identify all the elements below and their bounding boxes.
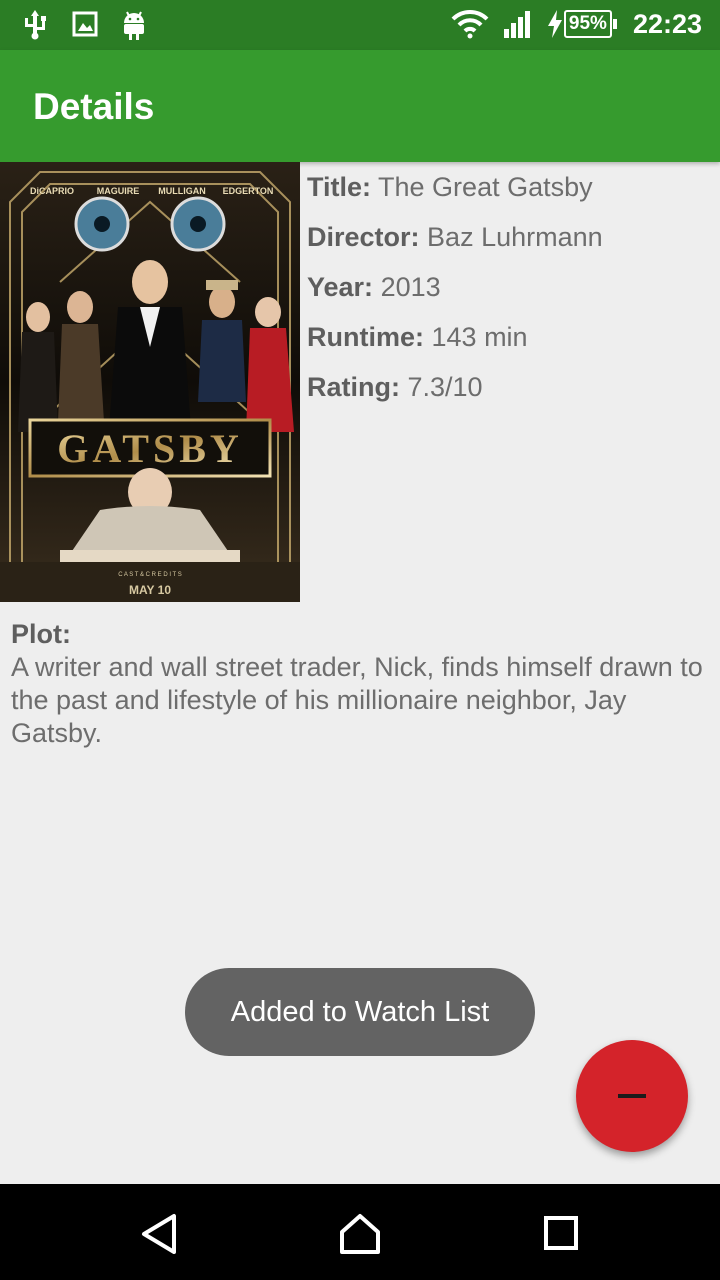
rating-value: 7.3/10	[407, 372, 483, 402]
back-button[interactable]	[138, 1212, 182, 1256]
runtime-label: Runtime:	[307, 322, 424, 352]
remove-icon	[618, 1094, 646, 1098]
usb-icon	[22, 10, 48, 42]
plot-label: Plot:	[11, 619, 71, 649]
android-icon	[122, 10, 146, 42]
battery-indicator: 95%	[546, 10, 617, 38]
year-row: Year: 2013	[307, 272, 603, 322]
battery-level: 95%	[568, 13, 607, 34]
runtime-value: 143 min	[431, 322, 528, 352]
svg-text:DiCAPRIO: DiCAPRIO	[30, 186, 74, 196]
home-icon	[340, 1214, 380, 1254]
signal-icon	[502, 9, 534, 39]
title-label: Title:	[307, 172, 372, 202]
recents-button[interactable]	[540, 1212, 584, 1256]
movie-info: Title: The Great Gatsby Director: Baz Lu…	[307, 172, 603, 422]
charging-icon	[546, 10, 564, 38]
remove-from-watchlist-button[interactable]	[576, 1040, 688, 1152]
svg-text:C A S T & C R E D I T S: C A S T & C R E D I T S	[118, 572, 182, 578]
director-value: Baz Luhrmann	[427, 222, 603, 252]
year-label: Year:	[307, 272, 374, 302]
battery-icon: 95%	[563, 10, 612, 38]
navigation-bar	[0, 1184, 720, 1280]
wifi-icon	[450, 8, 490, 40]
svg-text:MAGUIRE: MAGUIRE	[97, 186, 140, 196]
director-label: Director:	[307, 222, 420, 252]
svg-text:EDGERTON: EDGERTON	[223, 186, 274, 196]
poster-release: MAY 10	[129, 583, 171, 597]
page-title: Details	[33, 86, 155, 127]
title-value: The Great Gatsby	[378, 172, 593, 202]
plot-section: Plot: A writer and wall street trader, N…	[11, 618, 711, 750]
svg-text:GATSBY: GATSBY	[57, 426, 243, 471]
toast-message: Added to Watch List	[185, 968, 535, 1056]
rating-row: Rating: 7.3/10	[307, 372, 603, 422]
recents-icon	[544, 1216, 578, 1250]
rating-label: Rating:	[307, 372, 400, 402]
title-row: Title: The Great Gatsby	[307, 172, 603, 222]
home-button[interactable]	[338, 1212, 382, 1256]
movie-poster: GATSBY C A S T & C R E D I T S MAY 10 Di…	[0, 162, 300, 602]
image-icon	[72, 10, 98, 42]
runtime-row: Runtime: 143 min	[307, 322, 603, 372]
status-bar: 95% 22:23	[0, 0, 720, 50]
plot-text: A writer and wall street trader, Nick, f…	[11, 652, 703, 748]
clock: 22:23	[632, 8, 702, 39]
svg-text:MULLIGAN: MULLIGAN	[158, 186, 206, 196]
app-bar: Details	[0, 50, 720, 162]
director-row: Director: Baz Luhrmann	[307, 222, 603, 272]
year-value: 2013	[380, 272, 441, 302]
back-icon	[142, 1214, 176, 1254]
